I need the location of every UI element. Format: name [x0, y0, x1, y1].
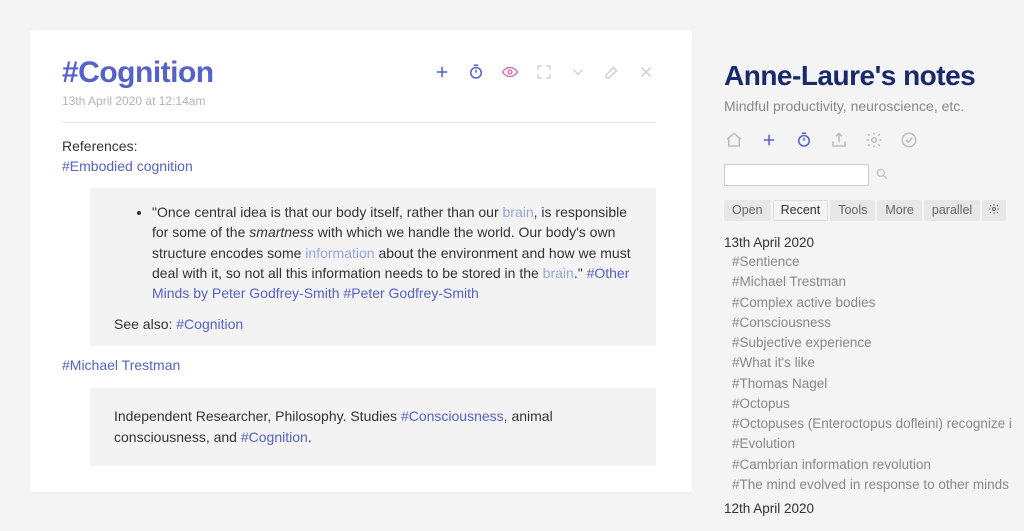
tab-open[interactable]: Open	[724, 200, 771, 221]
recent-date: 12th April 2020	[724, 501, 1024, 516]
gear-icon[interactable]	[864, 130, 884, 150]
home-icon[interactable]	[724, 130, 744, 150]
list-item[interactable]: #Sentience	[732, 252, 1024, 272]
close-icon[interactable]	[636, 62, 656, 82]
site-subtitle: Mindful productivity, neuroscience, etc.	[724, 98, 1024, 114]
list-item[interactable]: #Cambrian information revolution	[732, 455, 1024, 475]
fullscreen-icon[interactable]	[534, 62, 554, 82]
new-tiddler-icon[interactable]	[759, 130, 779, 150]
tab-gear-icon[interactable]	[982, 200, 1006, 221]
references-label: References:	[62, 137, 656, 157]
timer-icon[interactable]	[466, 62, 486, 82]
list-item[interactable]: #Michael Trestman	[732, 272, 1024, 292]
list-item[interactable]: #Consciousness	[732, 313, 1024, 333]
sidebar-tools	[724, 130, 1024, 150]
tiddler-title: #Cognition	[62, 56, 214, 90]
see-also-link[interactable]: #Cognition	[176, 316, 243, 332]
list-item[interactable]: #Octopus	[732, 394, 1024, 414]
recent-date: 13th April 2020	[724, 235, 1024, 250]
export-icon[interactable]	[829, 130, 849, 150]
reference-link-embodied[interactable]: #Embodied cognition	[62, 158, 193, 174]
tag-godfrey-smith[interactable]: #Peter Godfrey-Smith	[343, 285, 478, 301]
tab-recent[interactable]: Recent	[773, 200, 829, 221]
eye-icon[interactable]	[500, 62, 520, 82]
tiddler-toolbar	[432, 62, 656, 82]
tiddler-date: 13th April 2020 at 12:14am	[62, 94, 656, 108]
list-item[interactable]: #Evolution	[732, 434, 1024, 454]
recent-list: 13th April 2020 #Sentience #Michael Tres…	[724, 235, 1024, 516]
tab-parallel[interactable]: parallel	[924, 200, 980, 221]
tab-tools[interactable]: Tools	[830, 200, 875, 221]
link-cognition[interactable]: #Cognition	[241, 429, 308, 445]
divider	[62, 122, 656, 123]
search-icon[interactable]	[875, 167, 889, 184]
chevron-down-icon[interactable]	[568, 62, 588, 82]
list-item[interactable]: #Subjective experience	[732, 333, 1024, 353]
list-item[interactable]: #Octopuses (Enteroctopus dofleini) recog…	[732, 414, 1024, 434]
list-item[interactable]: #Thomas Nagel	[732, 374, 1024, 394]
sidebar: Anne-Laure's notes Mindful productivity,…	[692, 0, 1024, 531]
new-journal-icon[interactable]	[794, 130, 814, 150]
link-brain[interactable]: brain	[503, 204, 534, 220]
new-here-icon[interactable]	[432, 62, 452, 82]
see-also-label: See also:	[114, 316, 176, 332]
tab-more[interactable]: More	[877, 200, 921, 221]
site-title[interactable]: Anne-Laure's notes	[724, 60, 1024, 92]
save-icon[interactable]	[899, 130, 919, 150]
list-item[interactable]: #The mind evolved in response to other m…	[732, 475, 1024, 495]
link-consciousness[interactable]: #Consciousness	[401, 408, 504, 424]
sidebar-tabs: Open Recent Tools More parallel	[724, 200, 1024, 221]
list-item[interactable]: #Complex active bodies	[732, 293, 1024, 313]
search-input[interactable]	[724, 164, 869, 186]
link-brain-2[interactable]: brain	[543, 265, 574, 281]
reference-link-trestman[interactable]: #Michael Trestman	[62, 357, 180, 373]
quote-block: "Once central idea is that our body itse…	[90, 188, 656, 346]
bio-block: Independent Researcher, Philosophy. Stud…	[90, 388, 656, 466]
link-information[interactable]: information	[305, 245, 374, 261]
list-item[interactable]: #What it's like	[732, 353, 1024, 373]
edit-icon[interactable]	[602, 62, 622, 82]
quote-text: "Once central idea is that our body itse…	[152, 204, 503, 220]
tiddler-card: #Cognition 13th April 2020 at 12:14am Re…	[30, 30, 692, 492]
